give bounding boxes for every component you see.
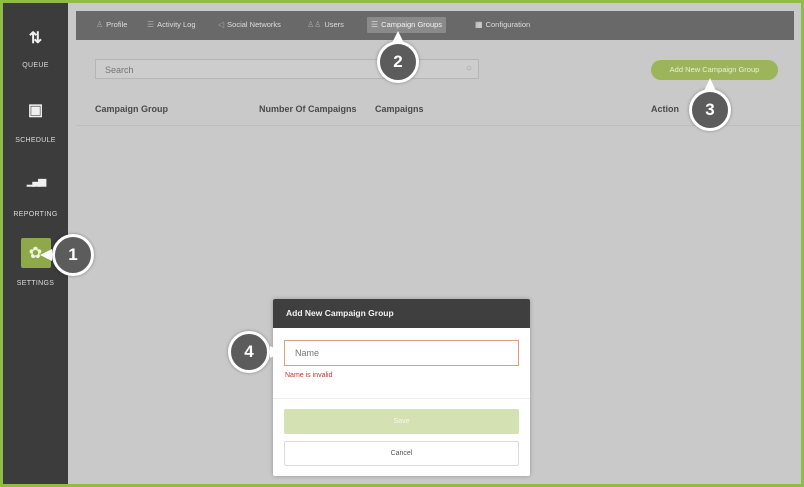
name-error-message: Name is invalid [285,372,333,379]
tab-users[interactable]: ♙♙ Users [303,17,348,33]
tab-label: Social Networks [227,20,281,29]
grid-icon: ▦ [475,20,483,29]
callout-arrow-4 [270,346,282,358]
calendar-icon: ▣ [27,102,44,119]
sidebar-item-reporting[interactable]: ▁▃▅ REPORTING [3,173,68,218]
column-header-campaign-group[interactable]: Campaign Group [95,104,168,114]
column-header-campaigns[interactable]: Campaigns [375,104,424,114]
users-icon: ♙♙ [307,20,322,29]
top-nav: ♙ Profile ☰ Activity Log ◁ Social Networks … [76,11,794,40]
add-campaign-group-button[interactable]: Add New Campaign Group [651,60,778,80]
name-input[interactable] [284,340,519,366]
sidebar-item-schedule[interactable]: ▣ SCHEDULE [3,102,68,144]
sidebar-item-label: SCHEDULE [15,137,56,144]
add-campaign-group-dialog: Add New Campaign Group Name is invalid S… [273,299,530,476]
tab-profile[interactable]: ♙ Profile [92,17,131,33]
callout-arrow-2 [392,31,404,43]
swap-arrows-icon: ⇅ [28,30,43,47]
tab-activity-log[interactable]: ☰ Activity Log [143,17,200,33]
tab-label: Campaign Groups [381,20,443,29]
cancel-button[interactable]: Cancel [284,441,519,466]
sidebar-item-label: REPORTING [13,211,58,218]
list-icon: ☰ [371,20,379,29]
share-icon: ◁ [218,20,225,29]
tab-campaign-groups[interactable]: ☰ Campaign Groups [367,17,447,33]
callout-badge-1: 1 [52,234,94,276]
callout-arrow-3 [704,78,716,91]
search-icon[interactable]: ○ [466,63,472,74]
callout-badge-4: 4 [228,331,270,373]
user-icon: ♙ [96,20,104,29]
tab-label: Users [324,20,344,29]
tab-social-networks[interactable]: ◁ Social Networks [214,17,285,33]
tab-label: Activity Log [157,20,196,29]
list-icon: ☰ [147,20,155,29]
sidebar-item-label: SETTINGS [16,280,55,287]
dialog-title: Add New Campaign Group [273,299,530,328]
sidebar-item-queue[interactable]: ⇅ QUEUE [3,30,68,69]
bar-chart-icon: ▁▃▅ [26,176,46,187]
callout-badge-2: 2 [377,41,419,83]
table-divider [76,125,801,126]
dialog-divider [273,398,530,399]
callout-badge-3: 3 [689,89,731,131]
column-header-number-of-campaigns[interactable]: Number Of Campaigns [259,104,357,114]
callout-arrow-1 [40,249,52,261]
tab-label: Profile [106,20,128,29]
sidebar-item-label: QUEUE [22,62,49,69]
tab-label: Configuration [485,20,531,29]
save-button[interactable]: Save [284,409,519,434]
column-header-action: Action [651,104,679,114]
search-box: ○ [95,59,479,79]
tab-configuration[interactable]: ▦ Configuration [471,17,534,33]
